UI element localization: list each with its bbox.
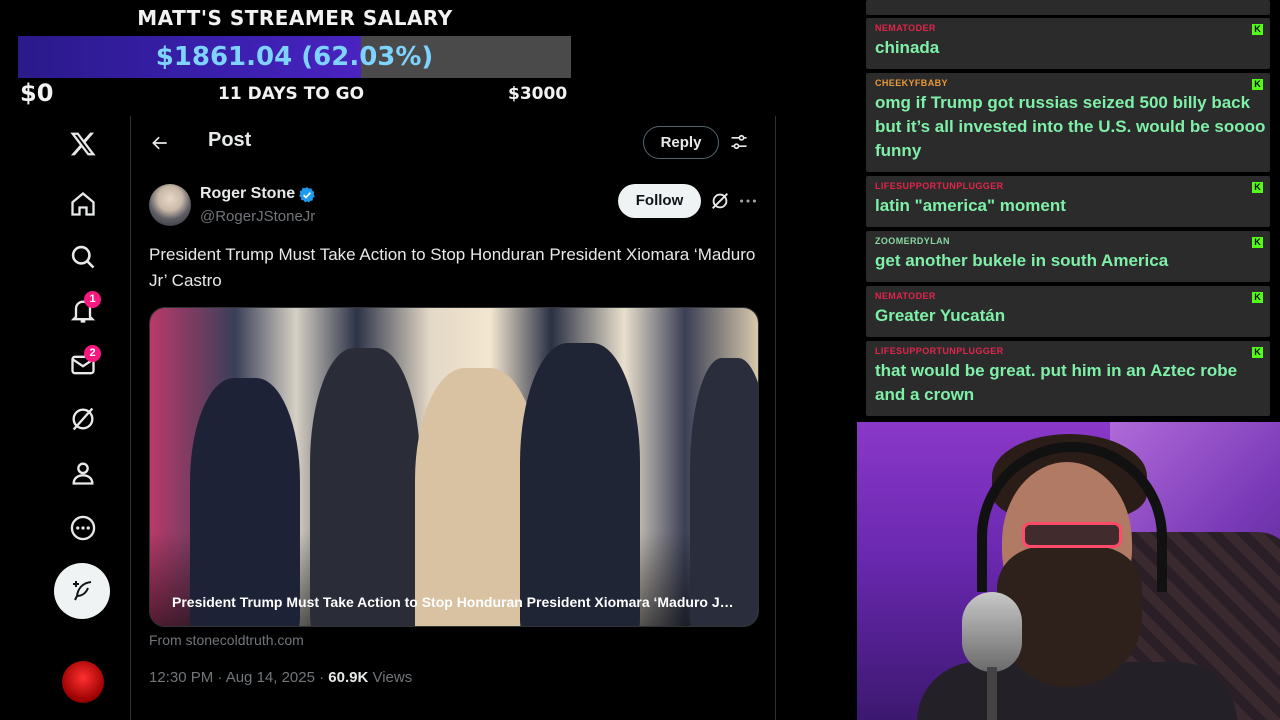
post-text: President Trump Must Take Action to Stop… (149, 245, 756, 290)
salary-overlay: MATT'S STREAMER SALARY $1861.04 (62.03%)… (0, 0, 590, 110)
feather-plus-icon (73, 581, 92, 601)
chat-text: get another bukele in south America (875, 251, 1169, 270)
chat-text: that would be great. put him in an Aztec… (875, 361, 1238, 404)
follow-button[interactable]: Follow (618, 184, 701, 218)
chat-username: ZOOMERDYLAN (875, 236, 950, 246)
author-name[interactable]: Roger Stone (200, 185, 295, 203)
notifications-badge: 1 (84, 291, 101, 308)
kick-badge-icon: K (1252, 24, 1263, 35)
kick-badge-icon: K (1252, 182, 1263, 193)
views-label: Views (368, 669, 413, 686)
compose-post-button[interactable] (54, 563, 110, 619)
post-timestamp[interactable]: 12:30 PM · Aug 14, 2025 · (149, 669, 328, 686)
reply-button[interactable]: Reply (643, 126, 719, 159)
home-icon[interactable] (62, 183, 104, 225)
chat-username: NEMATODER (875, 291, 936, 301)
chat-message-partial (866, 0, 1270, 15)
more-options-icon[interactable] (737, 190, 759, 212)
chat-message: NEMATODER K Greater Yucatán (866, 286, 1270, 337)
author-avatar[interactable] (149, 184, 191, 226)
chat-message: LIFESUPPORTUNPLUGGER K latin "america" m… (866, 176, 1270, 227)
notifications-icon[interactable]: 1 (62, 290, 104, 332)
chat-username: LIFESUPPORTUNPLUGGER (875, 181, 1004, 191)
chat-text: Greater Yucatán (875, 306, 1006, 325)
webcam-feed (857, 422, 1280, 720)
salary-days-left: 11 DAYS TO GO (218, 84, 365, 104)
kick-badge-icon: K (1252, 292, 1263, 303)
verified-badge-icon (299, 187, 315, 203)
account-avatar[interactable] (62, 661, 104, 703)
chat-text: chinada (875, 38, 940, 57)
chat-username: LIFESUPPORTUNPLUGGER (875, 346, 1004, 356)
x-logo-icon[interactable] (62, 123, 104, 165)
post-header: Post Reply (131, 116, 775, 169)
salary-title: MATT'S STREAMER SALARY (137, 6, 453, 30)
profile-icon[interactable] (62, 452, 104, 494)
chat-overlay: NEMATODER K chinada CHEEKYFBABY K omg if… (866, 0, 1270, 418)
chat-message: LIFESUPPORTUNPLUGGER K that would be gre… (866, 341, 1270, 416)
card-source[interactable]: From stonecoldtruth.com (149, 632, 304, 648)
salary-progress-bar: $1861.04 (62.03%) (18, 36, 571, 78)
chat-text: latin "america" moment (875, 196, 1066, 215)
salary-amount: $1861.04 (62.03%) (155, 42, 434, 72)
salary-min: $0 (20, 79, 54, 107)
post-column: Post Reply Roger Stone @RogerJStoneJr Fo… (130, 116, 776, 720)
x-sidebar-nav: 1 2 (40, 118, 124, 718)
author-handle[interactable]: @RogerJStoneJr (200, 208, 315, 225)
kick-badge-icon: K (1252, 347, 1263, 358)
chat-username: NEMATODER (875, 23, 936, 33)
chat-message: NEMATODER K chinada (866, 18, 1270, 69)
chat-message: CHEEKYFBABY K omg if Trump got russias s… (866, 73, 1270, 172)
chat-message: ZOOMERDYLAN K get another bukele in sout… (866, 231, 1270, 282)
salary-max: $3000 (508, 84, 568, 104)
grok-explain-icon[interactable] (709, 190, 731, 212)
chat-username: CHEEKYFBABY (875, 78, 948, 88)
more-circle-icon[interactable] (62, 507, 104, 549)
microphone-stand (987, 667, 997, 720)
page-title: Post (208, 129, 252, 151)
messages-badge: 2 (84, 345, 101, 362)
back-arrow-icon[interactable] (145, 128, 175, 158)
post-metadata: 12:30 PM · Aug 14, 2025 · 60.9K Views (149, 669, 412, 686)
chat-text: omg if Trump got russias seized 500 bill… (875, 93, 1266, 160)
link-card[interactable]: President Trump Must Take Action to Stop… (149, 307, 759, 627)
microphone (962, 592, 1022, 672)
grok-icon[interactable] (62, 398, 104, 440)
kick-badge-icon: K (1252, 79, 1263, 90)
messages-icon[interactable]: 2 (62, 344, 104, 386)
kick-badge-icon: K (1252, 237, 1263, 248)
views-count: 60.9K (328, 669, 369, 686)
filter-sliders-icon[interactable] (727, 130, 751, 154)
search-icon[interactable] (62, 236, 104, 278)
card-caption: President Trump Must Take Action to Stop… (172, 594, 758, 610)
